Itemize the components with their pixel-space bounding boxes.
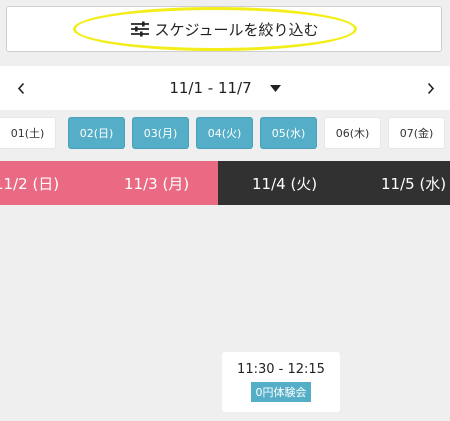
caret-down-icon (269, 84, 281, 92)
day-chip[interactable]: 07(金) (388, 117, 445, 149)
date-header: 11/3 (月) (124, 174, 190, 193)
date-header: 11/5 (水) (381, 174, 447, 193)
day-chip[interactable]: 05(水) (260, 117, 317, 149)
filter-button-label: スケジュールを絞り込む (154, 20, 319, 39)
week-navigation: 11/1 - 11/7 (0, 66, 450, 110)
day-chip[interactable]: 03(月) (132, 117, 189, 149)
day-chip[interactable]: 01(土) (0, 117, 56, 149)
date-header: 11/2 (日) (0, 174, 60, 193)
prev-week-button[interactable] (6, 66, 36, 110)
day-chip[interactable]: 02(日) (68, 117, 125, 149)
day-chip[interactable]: 06(木) (324, 117, 381, 149)
date-header: 11/4 (火) (252, 174, 318, 193)
day-chip[interactable]: 04(火) (196, 117, 253, 149)
sliders-icon (130, 21, 149, 37)
lesson-tag: 0円体験会 (251, 382, 311, 402)
filter-schedule-button[interactable]: スケジュールを絞り込む (6, 6, 442, 52)
chevron-right-icon (427, 82, 434, 94)
chevron-left-icon (17, 82, 24, 94)
next-week-button[interactable] (415, 66, 445, 110)
date-header-band: 11/2 (日) 11/3 (月) 11/4 (火) 11/5 (水) (0, 161, 450, 205)
schedule-page: スケジュールを絞り込む 11/1 - 11/7 01(土) 02(日) 03(月… (0, 0, 450, 421)
week-range-label: 11/1 - 11/7 (169, 79, 252, 97)
filter-area: スケジュールを絞り込む (6, 6, 442, 52)
week-range-selector[interactable]: 11/1 - 11/7 (140, 66, 310, 110)
lesson-card[interactable]: 11:30 - 12:15 0円体験会 (222, 352, 340, 412)
lesson-time: 11:30 - 12:15 (237, 362, 325, 377)
day-selector: 01(土) 02(日) 03(月) 04(火) 05(水) 06(木) 07(金… (0, 116, 450, 152)
